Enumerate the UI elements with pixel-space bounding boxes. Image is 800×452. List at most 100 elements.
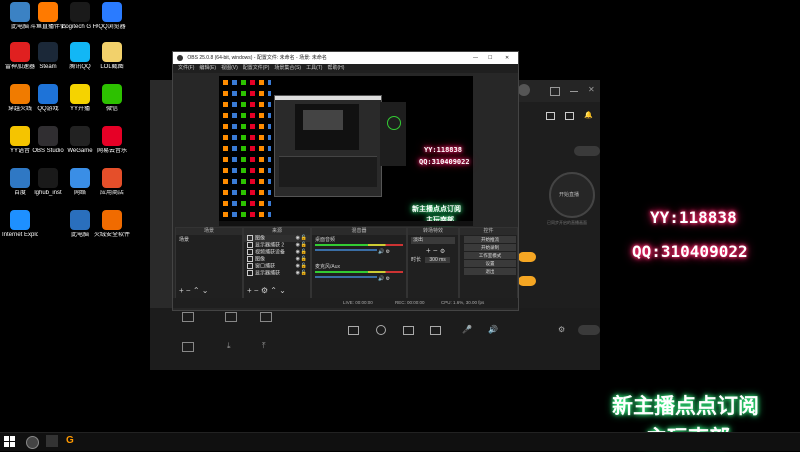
bell-icon[interactable]: 🔔 [584,111,593,119]
window-minimize-button[interactable]: — [473,52,478,64]
desktop-icon[interactable]: YY开播 [62,84,98,113]
menu-item[interactable]: 帮助(H) [327,65,344,71]
control-button[interactable]: 开始推流 [464,236,516,243]
settings-icon[interactable]: ⚙ [558,325,565,334]
desktop-icon[interactable]: 腾讯QQ [62,42,98,71]
duration-input[interactable]: 300 ms [425,257,450,263]
desktop-icon[interactable]: 火绒安全软件 [94,210,130,239]
avatar[interactable] [518,84,530,96]
volume-slider[interactable] [315,249,377,251]
eye-icon[interactable]: ◉ [296,256,300,263]
menu-item[interactable]: 编辑(E) [199,65,216,71]
minimize-icon[interactable] [570,91,578,92]
start-button[interactable] [4,436,15,447]
desktop-icon[interactable]: lghub_inst [30,168,66,197]
remove-scene-button[interactable]: − [186,286,191,295]
desktop-icon[interactable]: QQ游戏 [30,84,66,113]
source-item[interactable]: 显示器捕获 2 ◉ 🔓 [244,242,310,249]
remove-transition-button[interactable]: − [433,246,438,255]
upload-icon[interactable]: ⤒ [262,341,266,351]
camera-icon[interactable] [348,326,359,335]
obs-preview[interactable]: YY:118838 QQ:310409022 新主播点点订阅 主玩南部 [219,76,473,226]
eye-icon[interactable]: ◉ [296,270,300,277]
control-button[interactable]: 设置 [464,260,516,267]
source-up-button[interactable]: ⌃ [270,286,277,295]
close-icon[interactable]: ✕ [588,85,595,94]
window-maximize-button[interactable]: ☐ [488,52,492,64]
speaker-icon[interactable]: 🔊 [378,276,384,282]
gift-icon[interactable] [565,112,574,120]
lock-icon[interactable]: 🔓 [301,256,307,263]
orange-button-2[interactable] [518,276,536,286]
nav-icon-2[interactable] [225,312,237,322]
eye-icon[interactable]: ◉ [296,263,300,270]
source-item[interactable]: 图像 ◉ 🔓 [244,235,310,242]
scene-down-button[interactable]: ⌄ [202,286,209,295]
download-icon[interactable]: ⤓ [227,341,231,351]
volume-slider[interactable] [315,276,377,278]
lock-icon[interactable]: 🔓 [301,263,307,270]
menu-item[interactable]: 工具(T) [306,65,322,71]
nav-icon-4[interactable] [182,342,194,352]
add-transition-button[interactable]: + [426,246,431,255]
lock-icon[interactable]: 🔓 [301,242,307,249]
eye-icon[interactable]: ◉ [296,249,300,256]
speaker-icon[interactable]: 🔊 [378,249,384,255]
desktop-icon[interactable]: 斗鱼直播伴侣 [30,2,66,31]
window-icon[interactable] [430,326,441,335]
desktop-icon[interactable]: Steam [30,42,66,71]
taskbar-obs-icon[interactable] [26,436,39,449]
control-button[interactable]: 退出 [464,268,516,275]
record-icon[interactable] [376,325,386,335]
desktop-icon[interactable]: WeGame [62,126,98,155]
transition-gear-icon[interactable]: ⚙ [440,249,445,255]
control-button[interactable]: 开始录制 [464,244,516,251]
desktop-icon[interactable]: Logitech G HUB [62,2,98,31]
nav-icon-3[interactable] [260,312,272,322]
scene-item[interactable]: 场景 [176,235,242,244]
source-item[interactable]: 视频捕获设备 ◉ 🔓 [244,249,310,256]
transition-select[interactable]: 淡出 [411,237,455,244]
gear-icon[interactable]: ⚙ [386,276,390,282]
add-source-button[interactable]: + [247,286,252,295]
control-button[interactable]: 工作室模式 [464,252,516,259]
source-item[interactable]: 图像 ◉ 🔓 [244,256,310,263]
desktop-icon[interactable]: 此电脑 [62,210,98,239]
nav-icon-1[interactable] [182,312,194,322]
window-close-button[interactable]: ✕ [505,52,509,64]
shop-icon[interactable] [546,112,555,120]
desktop-icon[interactable]: OBS Studio [30,126,66,155]
desktop-icon[interactable]: 微信 [94,84,130,113]
speaker-icon[interactable]: 🔊 [488,325,498,334]
eye-icon[interactable]: ◉ [296,235,300,242]
side-orange-button[interactable] [574,146,600,156]
gear-icon[interactable]: ⚙ [386,249,390,255]
menu-item[interactable]: 配置文件(P) [243,65,270,71]
source-item[interactable]: 窗口捕获 ◉ 🔓 [244,263,310,270]
remove-source-button[interactable]: − [254,286,259,295]
menu-icon[interactable] [550,87,560,96]
menu-item[interactable]: 视图(V) [221,65,238,71]
source-item[interactable]: 显示器捕获 ◉ 🔓 [244,270,310,277]
scene-up-button[interactable]: ⌃ [193,286,200,295]
screen-icon[interactable] [403,326,414,335]
menu-item[interactable]: 文件(F) [178,65,194,71]
desktop-icon[interactable]: 网易云音乐 [94,126,130,155]
desktop-icon[interactable]: 网络 [62,168,98,197]
desktop-icon[interactable]: 应用商店 [94,168,130,197]
source-down-button[interactable]: ⌄ [279,286,286,295]
taskbar-app-icon[interactable] [46,435,58,447]
source-settings-icon[interactable]: ⚙ [261,286,268,295]
menu-item[interactable]: 场景集合(S) [274,65,301,71]
orange-button-1[interactable] [518,252,536,262]
lock-icon[interactable]: 🔓 [301,235,307,242]
eye-icon[interactable]: ◉ [296,242,300,249]
start-live-button[interactable]: 开始直播 [549,172,595,218]
lock-icon[interactable]: 🔓 [301,249,307,256]
taskbar-game-icon[interactable]: G [66,435,74,446]
desktop-icon[interactable]: LOL截图 [94,42,130,71]
desktop-icon[interactable] [30,210,66,232]
go-live-button[interactable] [578,325,600,335]
desktop-icon[interactable]: QQ浏览器 [94,2,130,31]
add-scene-button[interactable]: + [179,286,184,295]
